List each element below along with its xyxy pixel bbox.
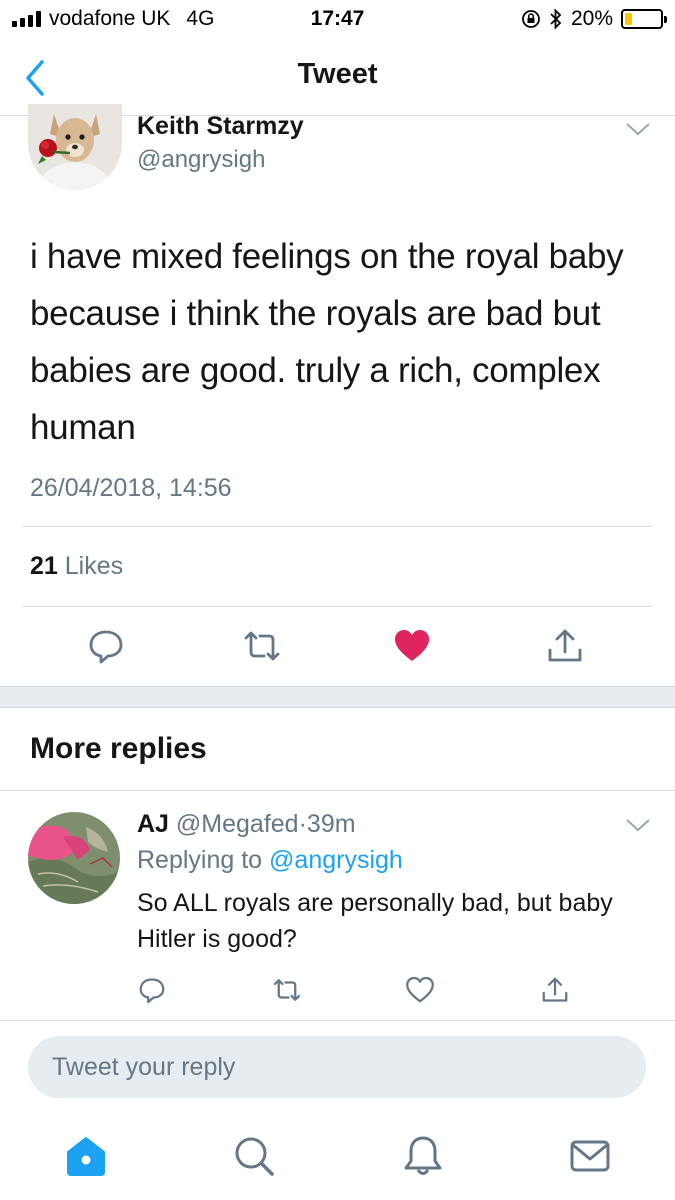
reply-separator: · [298,810,307,838]
tab-notifications[interactable] [401,1134,445,1178]
heart-filled-icon [395,630,429,661]
reply-author-name[interactable]: AJ [137,810,169,838]
replying-to-handle-link[interactable]: @angrysigh [269,846,403,874]
divider [22,606,653,607]
likes-label: Likes [64,552,124,580]
tab-home[interactable] [64,1134,108,1178]
tweet-text: i have mixed feelings on the royal baby … [30,237,624,447]
mail-icon [570,1140,610,1172]
retweet-icon [244,631,280,661]
battery-icon [621,9,667,29]
share-button[interactable] [545,626,585,666]
share-icon [548,629,582,662]
like-button[interactable] [392,626,432,666]
page-title: Tweet [297,58,378,90]
bluetooth-icon [550,8,562,30]
reply-author-avatar[interactable] [28,812,120,904]
reply-button[interactable] [86,626,126,666]
retweet-button[interactable] [242,626,282,666]
orientation-lock-icon [522,10,540,28]
divider [0,790,675,791]
author-handle[interactable]: @angrysigh [137,146,265,174]
likes-row[interactable]: 21 Likes [30,552,123,581]
reply-author-handle[interactable]: @Megafed [176,810,299,838]
chevron-down-icon[interactable] [624,120,652,138]
tab-search[interactable] [232,1134,276,1178]
likes-count: 21 [30,552,58,580]
status-bar: vodafone UK 4G 17:47 20% [0,0,675,40]
reply-reply-button[interactable] [137,975,167,1005]
divider [22,526,653,527]
author-name[interactable]: Keith Starmzy [137,112,304,141]
battery-percent: 20% [570,7,613,30]
section-divider [0,686,675,708]
retweet-icon [273,979,301,1001]
chevron-down-icon[interactable] [624,816,652,834]
reply-icon [89,630,123,664]
bell-icon [404,1136,442,1175]
reply-like-button[interactable] [405,975,435,1005]
tab-messages[interactable] [568,1134,612,1178]
divider [0,1020,675,1021]
share-icon [542,977,568,1002]
replying-to: Replying to @angrysigh [137,846,403,875]
reply-time: 39m [306,810,356,838]
reply-share-button[interactable] [540,975,570,1005]
more-replies-heading: More replies [30,732,207,765]
tweet-timestamp: 26/04/2018, 14:56 [30,474,232,502]
replying-to-label: Replying to [137,846,263,874]
heart-outline-icon [406,976,434,1003]
status-right: 20% [521,7,667,31]
reply-text: So ALL royals are personally bad, but ba… [137,889,613,953]
home-icon [67,1137,105,1176]
reply-retweet-button[interactable] [272,975,302,1005]
search-icon [235,1137,274,1176]
reply-icon [139,978,165,1004]
reply-input[interactable] [28,1036,646,1098]
author-avatar[interactable] [28,104,122,190]
reply-header: AJ @Megafed·39m [137,810,356,839]
